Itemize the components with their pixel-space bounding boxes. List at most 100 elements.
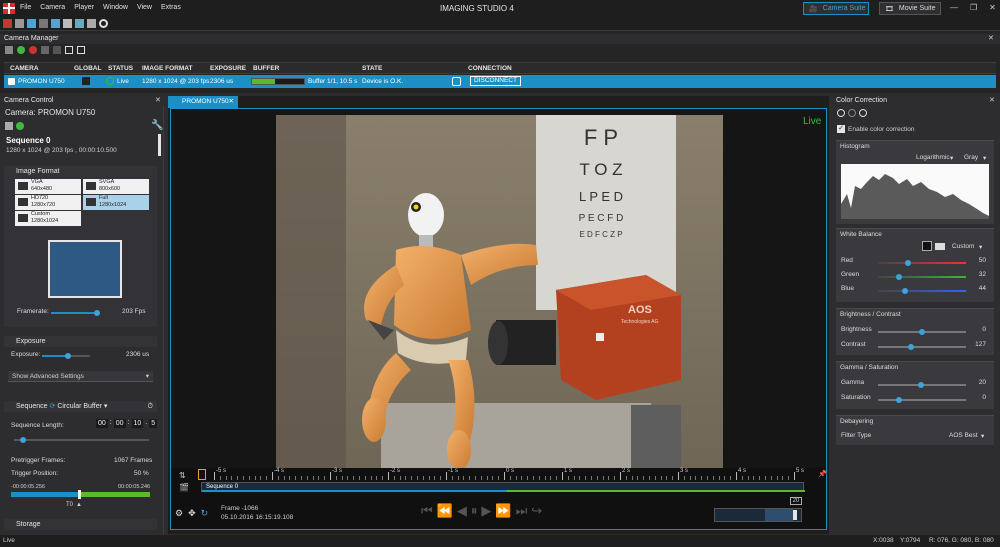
brightness-knob[interactable] [919,329,925,335]
wrench-icon[interactable]: 🔧 [151,120,163,131]
seconds-field[interactable]: 10 [131,419,144,428]
wb-preset-icon[interactable] [935,243,945,250]
reset-icon[interactable] [837,109,845,117]
menu-camera[interactable]: Camera [40,4,65,11]
stop-icon[interactable] [41,46,49,54]
pause-icon[interactable] [5,46,13,54]
roi-preview[interactable] [48,240,122,298]
record-dot-icon[interactable] [29,46,37,54]
cursor-icon[interactable]: ✥ [188,508,196,519]
clapper-icon[interactable]: 🎬 [179,483,189,492]
format-svga[interactable]: SVGA 800x600 [83,179,149,194]
step-forward-icon[interactable]: ⏩ [495,503,511,519]
red-slider[interactable] [878,260,966,266]
menu-file[interactable]: File [20,4,31,11]
movie-suite-button[interactable]: 🎞 Movie Suite [879,2,941,15]
live-image-viewer[interactable]: F P T O Z L P E D P E C F D E D F C Z P … [170,108,827,471]
blue-slider[interactable] [878,288,966,294]
live-icon[interactable] [17,46,25,54]
storage-section[interactable]: Storage [4,519,157,530]
step-back-icon[interactable]: ⏪ [437,503,453,519]
timeline-ruler[interactable]: -5 s -4 s -3 s -2 s -1 s 0 s 1 s 2 s 3 s 4 s 5 s [204,468,804,480]
settings-icon[interactable] [63,19,72,28]
sequence-length-slider[interactable] [14,437,149,443]
play-reverse-icon[interactable]: ◀ [457,503,467,519]
gamma-slider[interactable] [878,382,966,388]
panel-close-icon[interactable]: ✕ [988,34,994,42]
link-icon[interactable] [65,46,73,54]
red-knob[interactable] [905,260,911,266]
loop-icon[interactable]: ↻ [201,508,209,519]
tenths-field[interactable]: 5 [149,419,158,428]
contrast-slider[interactable] [878,344,966,350]
goto-trigger-icon[interactable]: ↪ [531,503,542,519]
pause-play-icon[interactable]: ⏸ [471,503,478,519]
image-format-section[interactable]: Image Format [4,166,157,177]
close-window-button[interactable]: ✕ [989,3,996,12]
white-balance-mode-select[interactable]: Custom [952,243,974,250]
enable-color-correction-checkbox[interactable]: ✓ [837,125,845,133]
skip-start-icon[interactable]: ⏮ [421,503,433,519]
format-full[interactable]: Full 1280x1024 [83,195,149,210]
sequence-section[interactable]: Sequence ⟳ Circular Buffer ▾ ⏱ [4,401,157,412]
tab-promon-u750[interactable]: PROMON U750 ✕ [168,96,238,108]
maximize-button[interactable]: ❐ [970,3,977,12]
saturation-slider[interactable] [878,397,966,403]
export-icon[interactable] [53,46,61,54]
timer-icon[interactable] [99,19,108,28]
blue-knob[interactable] [902,288,908,294]
scrollbar[interactable] [158,134,161,156]
menu-player[interactable]: Player [74,4,94,11]
green-knob[interactable] [896,274,902,280]
sequence-length-knob[interactable] [20,437,26,443]
unlink-icon[interactable] [77,46,85,54]
histogram-scale-select[interactable]: Logarithmic [916,154,950,161]
sequence-track[interactable]: Sequence 0 [201,482,805,492]
gear-icon[interactable]: ⚙ [175,508,183,519]
hours-field[interactable]: 00 [96,419,108,428]
menu-window[interactable]: Window [103,4,128,11]
contrast-knob[interactable] [908,344,914,350]
trigger-handle[interactable] [78,490,81,499]
filter-type-select[interactable]: AOS Best [949,432,978,439]
tool-icon[interactable] [87,19,96,28]
panel-close-icon[interactable]: ✕ [155,96,161,104]
histogram-channel-select[interactable]: Gray [964,154,978,161]
eyedropper-icon[interactable] [922,241,932,251]
menu-extras[interactable]: Extras [161,4,181,11]
advanced-settings-dropdown[interactable]: Show Advanced Settings ▾ [8,371,153,382]
disconnect-button[interactable]: DISCONNECT [470,76,521,86]
menu-view[interactable]: View [137,4,152,11]
framerate-slider[interactable] [51,310,100,316]
speed-handle[interactable] [793,510,797,520]
camera-suite-button[interactable]: 🎥 Camera Suite [803,2,869,15]
play-icon[interactable]: ▶ [481,503,491,519]
power-icon[interactable] [859,109,867,117]
pin-icon[interactable]: 📌 [818,470,827,478]
format-hd720[interactable]: HD720 1280x720 [15,195,81,210]
exposure-slider[interactable] [42,353,90,359]
trigger-icon[interactable] [75,19,84,28]
save-icon[interactable] [27,19,36,28]
live-icon[interactable] [16,122,24,130]
framerate-knob[interactable] [93,310,100,316]
format-vga[interactable]: VGA 640x480 [15,179,81,194]
folder-icon[interactable] [15,19,24,28]
format-custom[interactable]: Custom 1280x1024 [15,211,81,226]
gamma-knob[interactable] [918,382,924,388]
sequence-length-input[interactable]: 00: 00: 10. 5 [96,419,158,428]
exposure-knob[interactable] [65,353,72,359]
exposure-section[interactable]: Exposure [4,336,157,347]
record-icon[interactable] [3,19,12,28]
camera-config-icon[interactable] [39,19,48,28]
global-checkbox[interactable] [82,77,90,85]
green-slider[interactable] [878,274,966,280]
pause-icon[interactable] [5,122,13,130]
buffer-mode-select[interactable]: Circular Buffer [57,403,102,410]
speed-slider[interactable] [714,508,802,522]
network-icon[interactable] [51,19,60,28]
copy-icon[interactable] [848,109,856,117]
stopwatch-icon[interactable]: ⏱ [148,401,153,412]
brightness-slider[interactable] [878,329,966,335]
saturation-knob[interactable] [896,397,902,403]
